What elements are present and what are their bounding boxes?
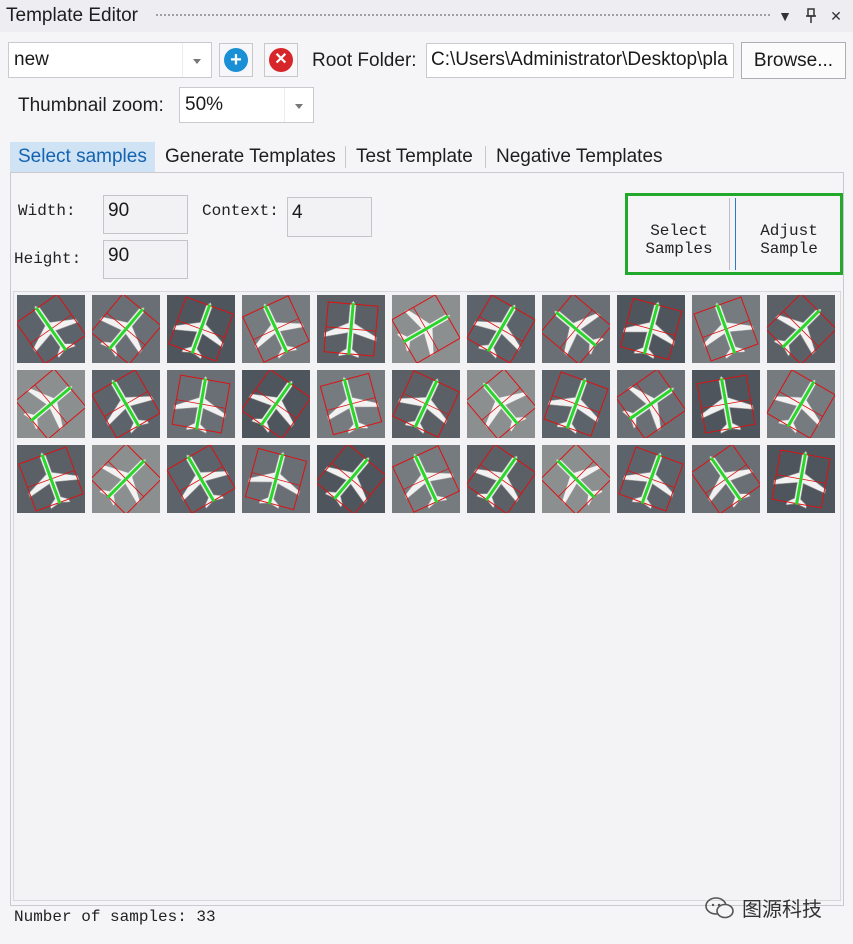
sample-thumbnail[interactable] xyxy=(242,445,310,513)
add-template-button[interactable]: + xyxy=(219,43,253,77)
sample-thumbnail-grid[interactable] xyxy=(13,291,841,901)
select-samples-button[interactable]: Select Samples xyxy=(630,198,728,270)
sample-thumbnail[interactable] xyxy=(167,370,235,438)
tab-negative-templates[interactable]: Negative Templates xyxy=(488,142,671,172)
sample-thumbnail[interactable] xyxy=(467,445,535,513)
sample-thumbnail[interactable] xyxy=(392,445,460,513)
width-input[interactable]: 90 xyxy=(103,195,188,234)
button-divider xyxy=(729,198,736,270)
adjust-sample-label-line2: Sample xyxy=(760,240,818,258)
sample-thumbnail[interactable] xyxy=(767,370,835,438)
root-folder-value: C:\Users\Administrator\Desktop\pla xyxy=(431,49,728,70)
drag-grip[interactable] xyxy=(155,13,770,18)
root-folder-input[interactable]: C:\Users\Administrator\Desktop\pla xyxy=(426,43,734,78)
sample-thumbnail[interactable] xyxy=(767,295,835,363)
tab-divider xyxy=(485,146,486,168)
tab-divider xyxy=(345,146,346,168)
sample-thumbnail[interactable] xyxy=(617,445,685,513)
sample-thumbnail[interactable] xyxy=(692,370,760,438)
sample-thumbnail[interactable] xyxy=(542,445,610,513)
sample-thumbnail[interactable] xyxy=(767,445,835,513)
chevron-down-icon xyxy=(284,88,313,122)
template-select-value: new xyxy=(14,49,49,70)
sample-thumbnail[interactable] xyxy=(617,295,685,363)
sample-actions-group: Select Samples Adjust Sample xyxy=(625,193,843,275)
sample-thumbnail[interactable] xyxy=(467,295,535,363)
sample-thumbnail[interactable] xyxy=(467,370,535,438)
sample-thumbnail[interactable] xyxy=(392,370,460,438)
delete-template-button[interactable]: ✕ xyxy=(264,43,298,77)
sample-thumbnail[interactable] xyxy=(92,295,160,363)
sample-thumbnail[interactable] xyxy=(242,295,310,363)
template-select[interactable]: new xyxy=(8,42,212,78)
sample-thumbnail[interactable] xyxy=(542,295,610,363)
context-input[interactable]: 4 xyxy=(287,197,372,237)
sample-thumbnail[interactable] xyxy=(317,295,385,363)
select-samples-label-line2: Samples xyxy=(645,240,713,258)
x-icon: ✕ xyxy=(269,48,293,72)
sample-thumbnail[interactable] xyxy=(392,295,460,363)
root-folder-label: Root Folder: xyxy=(312,50,417,71)
height-label: Height: xyxy=(14,250,82,268)
window-title: Template Editor xyxy=(6,5,139,26)
height-input[interactable]: 90 xyxy=(103,240,188,279)
chevron-down-icon xyxy=(182,43,211,77)
sample-thumbnail[interactable] xyxy=(17,295,85,363)
sample-thumbnail[interactable] xyxy=(167,445,235,513)
pin-icon[interactable] xyxy=(802,6,820,26)
sample-thumbnail[interactable] xyxy=(92,370,160,438)
plus-icon: + xyxy=(224,48,248,72)
sample-thumbnail[interactable] xyxy=(17,445,85,513)
sample-thumbnail[interactable] xyxy=(692,295,760,363)
sample-thumbnail[interactable] xyxy=(242,370,310,438)
watermark-text: 图源科技 xyxy=(742,899,822,921)
sample-count-status: Number of samples: 33 xyxy=(14,908,216,926)
title-bar: Template Editor ▼ ✕ xyxy=(0,0,853,32)
sample-thumbnail[interactable] xyxy=(17,370,85,438)
tab-select-samples[interactable]: Select samples xyxy=(10,142,155,172)
sample-thumbnail[interactable] xyxy=(317,445,385,513)
select-samples-label-line1: Select xyxy=(650,222,708,240)
width-label: Width: xyxy=(18,202,76,220)
sample-thumbnail[interactable] xyxy=(542,370,610,438)
thumbnail-zoom-value: 50% xyxy=(185,94,224,115)
browse-button[interactable]: Browse... xyxy=(741,42,846,79)
sample-thumbnail[interactable] xyxy=(692,445,760,513)
dropdown-icon[interactable]: ▼ xyxy=(776,6,794,26)
tab-test-template[interactable]: Test Template xyxy=(348,142,481,172)
adjust-sample-label-line1: Adjust xyxy=(760,222,818,240)
tab-generate-templates[interactable]: Generate Templates xyxy=(157,142,344,172)
thumbnail-zoom-select[interactable]: 50% xyxy=(179,87,314,123)
close-icon[interactable]: ✕ xyxy=(827,6,845,26)
sample-thumbnail[interactable] xyxy=(92,445,160,513)
sample-thumbnail[interactable] xyxy=(317,370,385,438)
wechat-logo-icon xyxy=(705,897,734,919)
sample-thumbnail[interactable] xyxy=(167,295,235,363)
thumbnail-zoom-label: Thumbnail zoom: xyxy=(18,95,164,116)
context-label: Context: xyxy=(202,202,279,220)
adjust-sample-button[interactable]: Adjust Sample xyxy=(738,198,840,270)
sample-thumbnail[interactable] xyxy=(617,370,685,438)
